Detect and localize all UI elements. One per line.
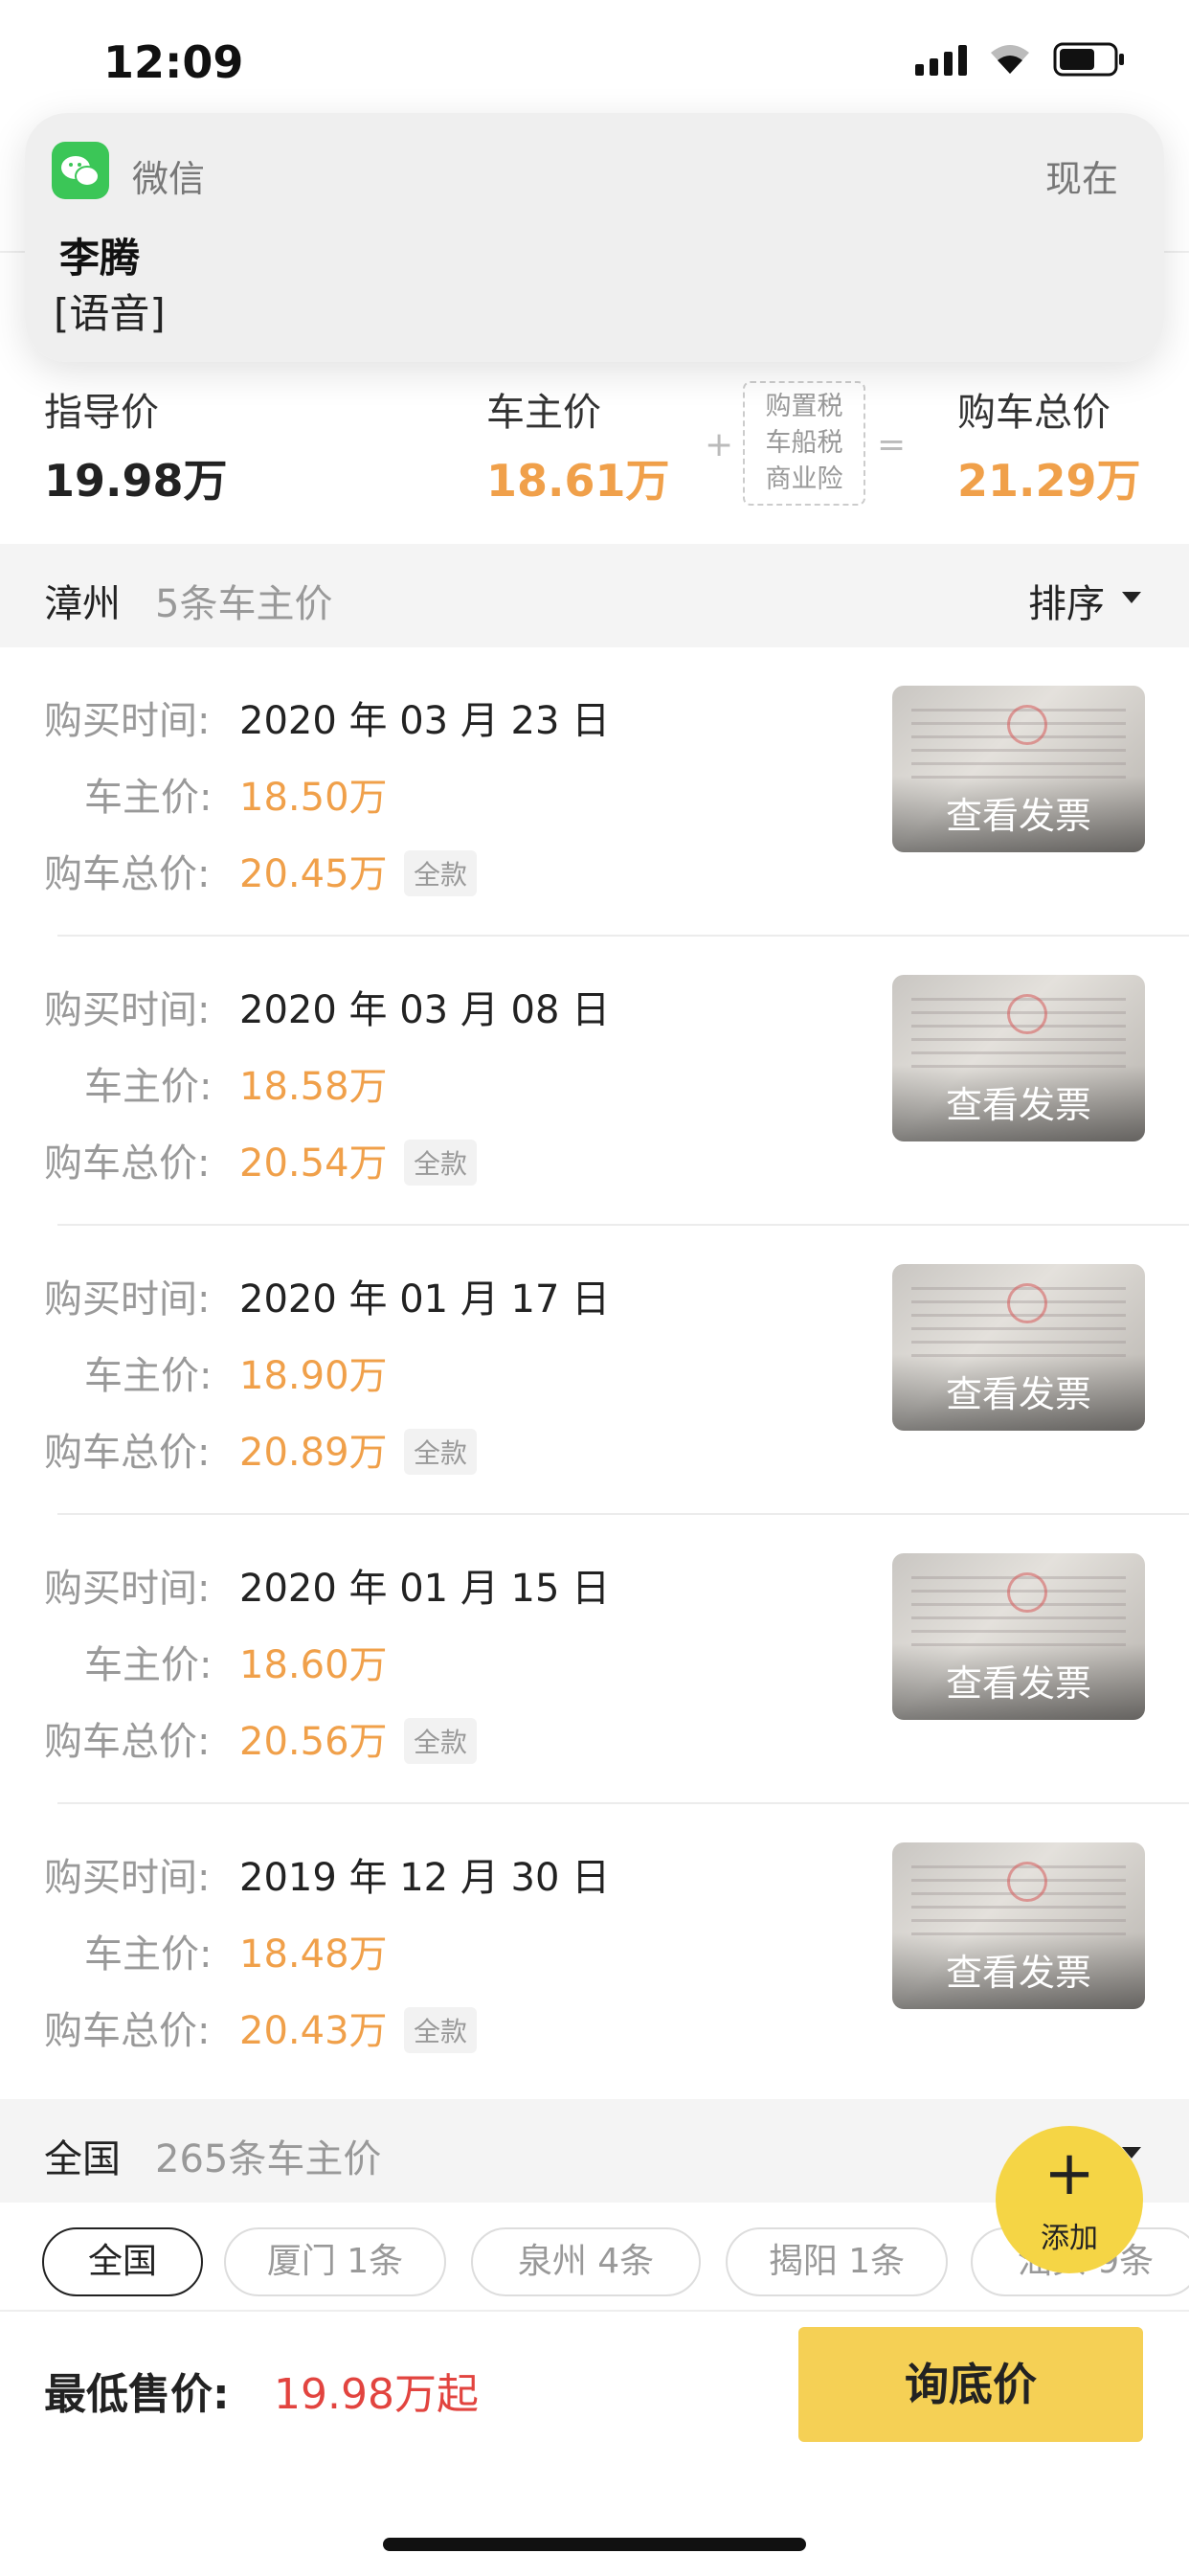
record-row: 购买时间: 2020 年 01 月 17 日车主价: 18.90万 购车总价: 20.8…: [0, 1226, 1189, 1515]
plus-icon: +: [1043, 2138, 1095, 2209]
tax-line: 车船税: [765, 428, 843, 458]
total-price-value: 20.54万: [239, 1141, 388, 1186]
owner-price-value: 18.61万: [486, 455, 670, 507]
total-price-label: 购车总价: [957, 391, 1110, 435]
add-button-label: 添加: [1041, 2222, 1098, 2255]
sort-button[interactable]: 排序: [1028, 573, 1105, 628]
owner-price-value: 18.58万: [239, 1065, 388, 1109]
min-price-label: 最低售价:: [44, 2370, 230, 2419]
total-price-value: 20.89万: [239, 1431, 388, 1475]
plus-sign: +: [705, 425, 734, 464]
payment-tag: 全款: [404, 2007, 478, 2053]
section-city: 漳州: [44, 582, 121, 626]
invoice-thumbnail[interactable]: 查看发票: [892, 975, 1145, 1141]
total-price-value: 20.43万: [239, 2009, 388, 2053]
owner-price-label: 车主价: [486, 391, 601, 435]
record-row: 购买时间: 2019 年 12 月 30 日车主价: 18.48万 购车总价: 20.4…: [0, 1804, 1189, 2093]
total-price-value: 21.29万: [957, 455, 1141, 507]
tax-box: 购置税 车船税 商业险: [743, 381, 865, 506]
filter-chip-xiamen[interactable]: 厦门 1条: [224, 2227, 446, 2296]
filter-chip-jieyang[interactable]: 揭阳 1条: [726, 2227, 948, 2296]
view-invoice-label: 查看发票: [945, 1952, 1091, 1994]
purchase-time-label: 购买时间:: [44, 1567, 211, 1611]
view-invoice-label: 查看发票: [945, 795, 1091, 837]
invoice-thumbnail[interactable]: 查看发票: [892, 686, 1145, 852]
wifi-icon: [988, 43, 1032, 76]
total-price-label: 购车总价:: [44, 1720, 211, 1764]
owner-price-label: 车主价:: [84, 1354, 213, 1398]
total-price-label: 购车总价:: [44, 852, 211, 896]
stamp-icon: [1007, 994, 1047, 1034]
ask-price-button[interactable]: 询底价: [798, 2327, 1143, 2442]
purchase-date: 2020 年 01 月 15 日: [239, 1567, 611, 1611]
purchase-date: 2019 年 12 月 30 日: [239, 1856, 611, 1900]
total-price-value: 20.56万: [239, 1720, 388, 1764]
payment-tag: 全款: [404, 1140, 478, 1186]
notification-time: 现在: [1044, 158, 1118, 200]
add-button[interactable]: + 添加: [996, 2126, 1143, 2273]
purchase-date: 2020 年 03 月 23 日: [239, 699, 611, 743]
guide-price-label: 指导价: [44, 391, 159, 435]
invoice-thumbnail[interactable]: 查看发票: [892, 1553, 1145, 1720]
owner-price-label: 车主价:: [84, 1932, 213, 1977]
owner-price-label: 车主价:: [84, 1065, 213, 1109]
total-price-label: 购车总价:: [44, 2009, 211, 2053]
record-row: 购买时间: 2020 年 01 月 15 日车主价: 18.60万 购车总价: 20.5…: [0, 1515, 1189, 1804]
battery-icon: [1053, 42, 1126, 77]
sort-arrow-icon: [1122, 592, 1141, 603]
guide-price-value: 19.98万: [44, 455, 228, 507]
view-invoice-label: 查看发票: [945, 1662, 1091, 1705]
owner-price-value: 18.90万: [239, 1354, 388, 1398]
purchase-time-label: 购买时间:: [44, 1277, 211, 1322]
cellular-signal-icon: [915, 43, 967, 76]
section-city: 全国: [44, 2137, 121, 2181]
local-section-header: 漳州 5条车主价 排序: [0, 544, 1189, 647]
tax-line: 购置税: [765, 392, 843, 421]
purchase-date: 2020 年 03 月 08 日: [239, 988, 611, 1032]
total-price-value: 20.45万: [239, 852, 388, 896]
section-count: 5条车主价: [155, 582, 333, 626]
bottom-bar: 最低售价: 19.98万起 询底价: [0, 2310, 1189, 2576]
status-icons: [915, 42, 1126, 77]
invoice-thumbnail[interactable]: 查看发票: [892, 1842, 1145, 2009]
stamp-icon: [1007, 1572, 1047, 1613]
invoice-thumbnail[interactable]: 查看发票: [892, 1264, 1145, 1431]
payment-tag: 全款: [404, 1718, 478, 1764]
purchase-time-label: 购买时间:: [44, 988, 211, 1032]
purchase-date: 2020 年 01 月 17 日: [239, 1277, 611, 1322]
purchase-time-label: 购买时间:: [44, 699, 211, 743]
filter-chip-all[interactable]: 全国: [42, 2227, 203, 2296]
min-price-value: 19.98万起: [274, 2370, 479, 2419]
status-time: 12:09: [103, 36, 244, 88]
owner-price-value: 18.50万: [239, 776, 388, 820]
stamp-icon: [1007, 1862, 1047, 1902]
record-row: 购买时间: 2020 年 03 月 23 日车主价: 18.50万 购车总价: 20.4…: [0, 647, 1189, 937]
tax-line: 商业险: [765, 464, 843, 494]
wechat-icon: [52, 142, 109, 199]
total-price-label: 购车总价:: [44, 1431, 211, 1475]
stamp-icon: [1007, 1283, 1047, 1323]
filter-chip-quanzhou[interactable]: 泉州 4条: [471, 2227, 701, 2296]
payment-tag: 全款: [404, 1429, 478, 1475]
home-indicator[interactable]: [383, 2538, 806, 2551]
owner-price-value: 18.48万: [239, 1932, 388, 1977]
wechat-notification[interactable]: 微信 现在 李腾 [语音]: [25, 113, 1164, 362]
owner-price-label: 车主价:: [84, 1643, 213, 1687]
notification-sender: 李腾: [59, 235, 141, 282]
purchase-time-label: 购买时间:: [44, 1856, 211, 1900]
notification-app-name: 微信: [132, 158, 206, 200]
stamp-icon: [1007, 705, 1047, 745]
view-invoice-label: 查看发票: [945, 1373, 1091, 1415]
notification-message: [语音]: [54, 290, 166, 337]
section-count: 265条车主价: [155, 2137, 382, 2181]
owner-price-label: 车主价:: [84, 776, 213, 820]
payment-tag: 全款: [404, 850, 478, 896]
record-row: 购买时间: 2020 年 03 月 08 日车主价: 18.58万 购车总价: 20.5…: [0, 937, 1189, 1226]
owner-price-value: 18.60万: [239, 1643, 388, 1687]
total-price-label: 购车总价:: [44, 1141, 211, 1186]
equals-sign: =: [877, 425, 907, 464]
view-invoice-label: 查看发票: [945, 1084, 1091, 1126]
